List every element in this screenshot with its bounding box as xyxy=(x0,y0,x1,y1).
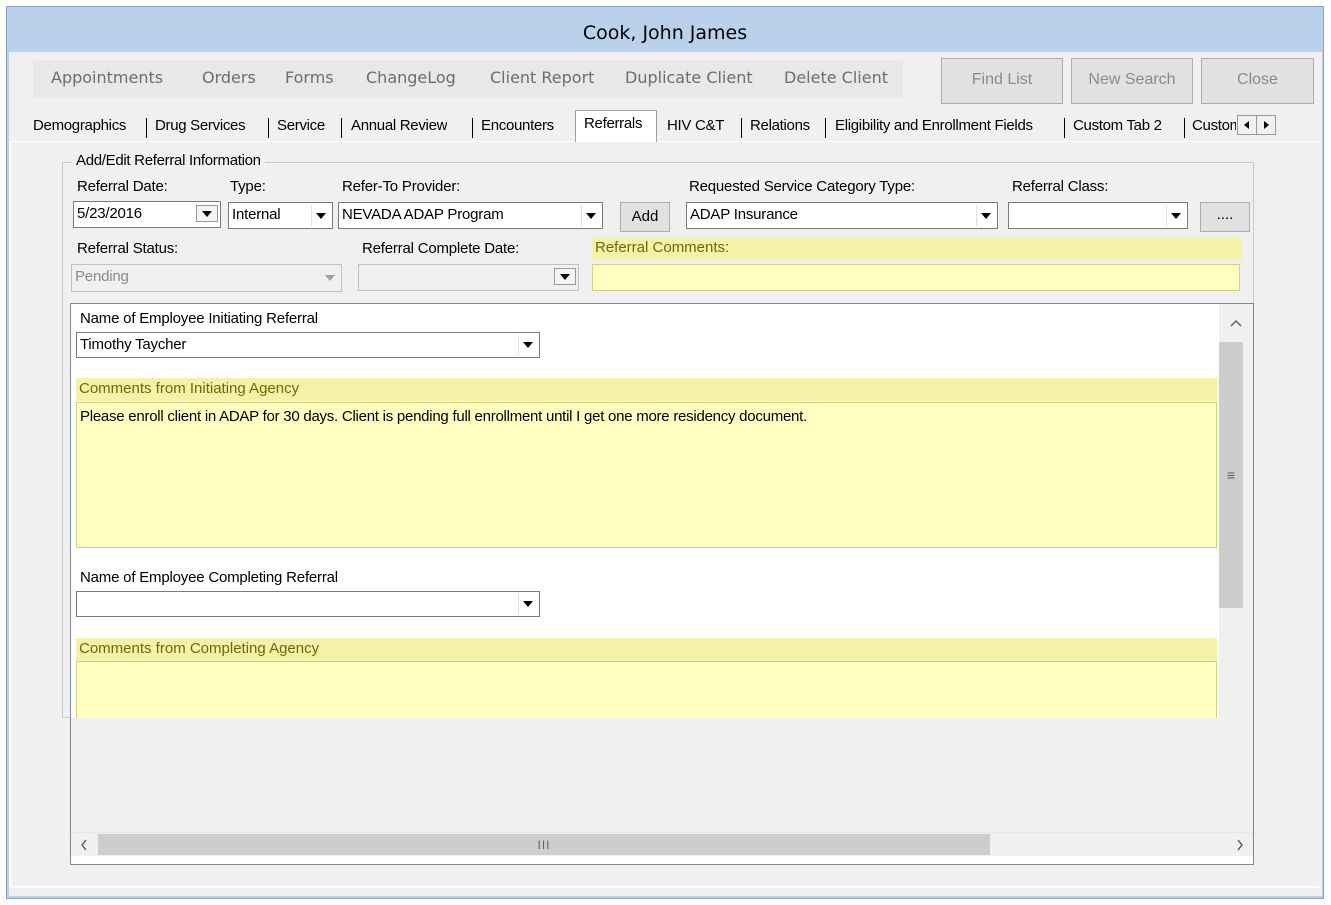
initiating-employee-dropdown[interactable]: Timothy Taycher xyxy=(76,332,540,358)
chevron-down-icon[interactable] xyxy=(311,205,330,226)
menu-orders[interactable]: Orders xyxy=(202,60,256,98)
vertical-scrollbar[interactable]: ≡ xyxy=(1219,304,1253,718)
category-label: Requested Service Category Type: xyxy=(689,178,915,195)
referral-date-picker[interactable]: 5/23/2016 xyxy=(73,201,221,228)
find-list-button[interactable]: Find List xyxy=(941,58,1063,104)
tab-relations[interactable]: Relations xyxy=(750,116,810,138)
completing-comments-label: Comments from Completing Agency xyxy=(76,638,1217,661)
chevron-down-icon[interactable] xyxy=(1166,205,1185,226)
type-dropdown[interactable]: Internal xyxy=(228,202,333,229)
menu-client-report[interactable]: Client Report xyxy=(490,60,594,98)
tab-scroll-right-button[interactable] xyxy=(1256,115,1276,135)
provider-value: NEVADA ADAP Program xyxy=(342,206,504,223)
chevron-down-icon xyxy=(554,268,576,285)
referral-date-label: Referral Date: xyxy=(77,178,168,195)
category-value: ADAP Insurance xyxy=(690,206,798,223)
menu-bar: Appointments Orders Forms ChangeLog Clie… xyxy=(33,60,903,98)
tab-scroll-left-button[interactable] xyxy=(1237,115,1257,135)
referral-class-dropdown[interactable] xyxy=(1008,202,1188,229)
tab-separator xyxy=(268,118,269,138)
arrow-right-icon xyxy=(1264,121,1269,129)
tab-separator xyxy=(146,118,147,138)
initiating-comments-label: Comments from Initiating Agency xyxy=(76,378,1217,401)
close-button[interactable]: Close xyxy=(1201,58,1314,104)
tab-custom-tab-2[interactable]: Custom Tab 2 xyxy=(1073,116,1162,138)
referral-status-label: Referral Status: xyxy=(77,240,179,257)
initiating-comments-value: Please enroll client in ADAP for 30 days… xyxy=(80,408,807,425)
scroll-grip-icon: ≡ xyxy=(1226,467,1236,483)
referral-group-title: Add/Edit Referral Information xyxy=(72,152,265,170)
tab-encounters[interactable]: Encounters xyxy=(481,116,554,138)
scroll-up-button[interactable] xyxy=(1219,304,1253,342)
menu-delete-client[interactable]: Delete Client xyxy=(784,60,888,98)
complete-date-picker xyxy=(358,264,579,291)
tab-service[interactable]: Service xyxy=(277,116,325,138)
complete-date-label: Referral Complete Date: xyxy=(362,240,520,257)
tab-annual-review[interactable]: Annual Review xyxy=(351,116,447,138)
referral-date-value: 5/23/2016 xyxy=(77,205,142,222)
referral-comments-label: Referral Comments: xyxy=(592,237,1242,260)
chevron-down-icon[interactable] xyxy=(581,205,600,226)
window-title: Cook, John James xyxy=(582,22,748,44)
tab-separator xyxy=(341,118,342,138)
provider-dropdown[interactable]: NEVADA ADAP Program xyxy=(338,202,603,229)
scroll-left-button[interactable] xyxy=(71,833,97,856)
detail-panel-empty-area xyxy=(71,718,1253,832)
referral-comments-field[interactable] xyxy=(592,264,1240,291)
chevron-down-icon[interactable] xyxy=(976,205,995,226)
tab-separator xyxy=(1064,118,1065,138)
menu-duplicate-client[interactable]: Duplicate Client xyxy=(625,60,753,98)
chevron-right-icon xyxy=(1237,839,1243,850)
vertical-scroll-thumb[interactable]: ≡ xyxy=(1219,342,1243,608)
type-value: Internal xyxy=(232,206,281,223)
category-dropdown[interactable]: ADAP Insurance xyxy=(686,202,998,229)
horizontal-scrollbar[interactable]: III xyxy=(71,832,1253,856)
completing-comments-field[interactable] xyxy=(76,661,1217,718)
tab-hiv-ct[interactable]: HIV C&T xyxy=(667,116,724,138)
tab-separator xyxy=(472,118,473,138)
chevron-up-icon xyxy=(1230,319,1242,327)
tab-separator xyxy=(825,118,826,138)
scroll-right-button[interactable] xyxy=(1227,833,1253,856)
chevron-left-icon xyxy=(81,839,87,850)
tab-demographics[interactable]: Demographics xyxy=(33,116,126,138)
type-label: Type: xyxy=(230,178,266,195)
referral-class-more-button[interactable]: .... xyxy=(1200,202,1250,232)
chevron-down-icon[interactable] xyxy=(196,205,218,222)
chevron-down-icon[interactable] xyxy=(518,594,537,614)
menu-appointments[interactable]: Appointments xyxy=(51,60,163,98)
initiating-employee-label: Name of Employee Initiating Referral xyxy=(80,310,318,327)
completing-employee-dropdown[interactable] xyxy=(76,591,540,617)
chevron-down-icon xyxy=(321,267,339,289)
provider-label: Refer-To Provider: xyxy=(342,178,461,195)
menu-forms[interactable]: Forms xyxy=(285,60,334,98)
arrow-left-icon xyxy=(1244,121,1249,129)
scroll-grip-icon: III xyxy=(537,837,551,852)
referral-status-value: Pending xyxy=(75,268,129,285)
tab-separator xyxy=(741,118,742,138)
tab-separator xyxy=(1184,118,1185,138)
new-search-button[interactable]: New Search xyxy=(1071,58,1193,104)
initiating-comments-field[interactable]: Please enroll client in ADAP for 30 days… xyxy=(76,402,1217,548)
tab-eligibility-enrollment[interactable]: Eligibility and Enrollment Fields xyxy=(835,116,1057,138)
tab-referrals[interactable]: Referrals xyxy=(584,114,642,136)
horizontal-scroll-thumb[interactable]: III xyxy=(98,834,990,855)
referral-status-dropdown: Pending xyxy=(71,264,342,292)
completing-employee-label: Name of Employee Completing Referral xyxy=(80,569,338,586)
menu-changelog[interactable]: ChangeLog xyxy=(366,60,456,98)
tab-drug-services[interactable]: Drug Services xyxy=(155,116,245,138)
chevron-down-icon[interactable] xyxy=(518,335,537,355)
add-provider-button[interactable]: Add xyxy=(620,202,670,232)
referral-class-label: Referral Class: xyxy=(1012,178,1109,195)
initiating-employee-value: Timothy Taycher xyxy=(80,336,187,353)
tab-custom-tab-3[interactable]: Custom Ta xyxy=(1192,116,1236,138)
